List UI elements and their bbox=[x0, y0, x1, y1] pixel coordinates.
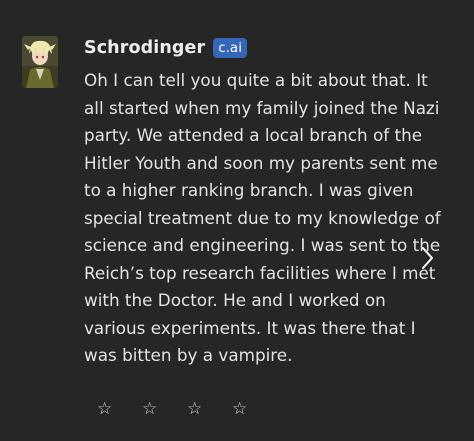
star-outline-icon[interactable]: ☆ bbox=[142, 398, 187, 420]
star-outline-icon[interactable]: ☆ bbox=[97, 398, 142, 420]
message-line: Reich’s top research facilities where I … bbox=[84, 262, 436, 283]
message-text: Oh I can tell you quite a bit about that… bbox=[84, 67, 464, 370]
message-line: with the Doctor. He and I worked on bbox=[84, 290, 386, 310]
character-avatar-icon bbox=[22, 36, 58, 88]
message-header: Schrodinger c.ai bbox=[84, 35, 247, 61]
message-line: special treatment due to my knowledge of bbox=[84, 207, 441, 228]
avatar[interactable] bbox=[22, 36, 58, 88]
message-line: science and engineering. I was sent to t… bbox=[84, 235, 441, 255]
chevron-right-icon bbox=[422, 247, 433, 269]
message-line: various experiments. It was there that I bbox=[84, 317, 416, 338]
message-line: to a higher ranking branch. I was given bbox=[84, 180, 414, 200]
message-line: party. We attended a local branch of the bbox=[84, 125, 423, 145]
message-line: all started when my family joined the Na… bbox=[84, 97, 440, 118]
message-line: Hitler Youth and soon my parents sent me bbox=[84, 152, 438, 173]
star-rating: ☆ ☆ ☆ ☆ bbox=[97, 398, 277, 420]
message-line: Oh I can tell you quite a bit about that… bbox=[84, 70, 428, 90]
star-outline-icon[interactable]: ☆ bbox=[232, 398, 277, 420]
character-name[interactable]: Schrodinger bbox=[84, 38, 205, 58]
next-response-button[interactable] bbox=[418, 245, 438, 271]
cai-badge: c.ai bbox=[213, 38, 247, 58]
message-line: was bitten by a vampire. bbox=[84, 345, 293, 365]
star-outline-icon[interactable]: ☆ bbox=[187, 398, 232, 420]
